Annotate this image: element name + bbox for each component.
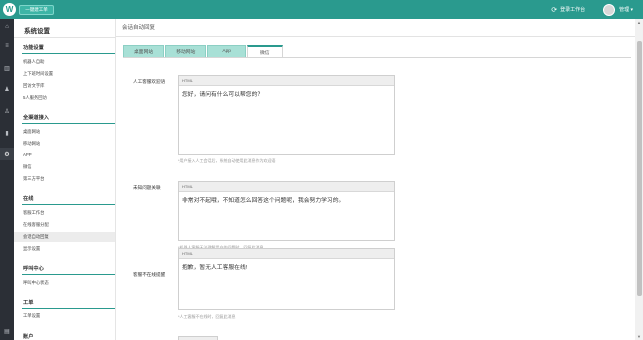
divider	[14, 37, 116, 38]
offline-text[interactable]: 抱歉，暂无人工客服在线!	[179, 259, 394, 274]
top-right-area: ⟳ 登录工作台 管理 ▾	[551, 0, 643, 19]
app-logo: W	[3, 3, 16, 16]
tab-desktop-site[interactable]: 桌面网站	[123, 45, 165, 57]
divider	[116, 36, 635, 37]
welcome-editor[interactable]: HTML 您好，请问有什么可以帮您的？	[178, 75, 395, 155]
nav-item-mobile-site[interactable]: 移动网站	[23, 141, 40, 147]
avatar[interactable]	[603, 3, 616, 16]
unknown-editor[interactable]: HTML 非常对不起哦，不知道怎么回答这个问题呢，我会努力学习的。	[178, 181, 395, 241]
nav-group-account: 账户	[23, 334, 34, 340]
divider	[123, 57, 631, 58]
nav-item-ticket-settings[interactable]: 工单设置	[23, 313, 40, 319]
nav-group-ticket: 工单	[23, 300, 34, 306]
top-bar: W 一键建工单 ⟳ 登录工作台 管理 ▾	[0, 0, 643, 19]
next-editor-stub	[178, 336, 218, 340]
nav-group-features: 功能设置	[23, 45, 44, 51]
divider	[22, 53, 115, 54]
user-menu[interactable]: 管理 ▾	[619, 6, 633, 13]
unknown-label: 未知问题关联	[133, 185, 161, 190]
page-title: 会话自动回复	[122, 25, 156, 31]
chevron-down-icon: ▾	[630, 7, 633, 13]
channel-tabs: 桌面网站 移动网站 App 微信	[123, 45, 284, 57]
scroll-up-icon[interactable]: ▲	[636, 20, 642, 25]
welcome-hint: *用户接入人工会话后，系统自动使用此消息作为欢迎语	[178, 158, 276, 163]
nav-item-desktop-site[interactable]: 桌面网站	[23, 129, 40, 135]
divider	[22, 274, 115, 275]
nav-item-agent-workbench[interactable]: 客服工作台	[23, 210, 44, 216]
tab-app[interactable]: App	[207, 45, 246, 57]
welcome-text[interactable]: 您好，请问有什么可以帮您的？	[179, 86, 394, 101]
offline-label: 客服不在线提醒	[133, 272, 166, 277]
offline-hint: *人工客服不在线时，回复此消息	[178, 314, 236, 319]
nav-item-service-visit[interactable]: 5人服务回访	[23, 95, 47, 101]
list-icon[interactable]: ≡	[0, 40, 14, 52]
user-icon[interactable]: ♟	[0, 83, 14, 95]
icon-rail: ⌂ ≡ ▥ ♟ ♙ ▮ ⚙ ▤	[0, 19, 14, 340]
editor-toolbar[interactable]: HTML	[179, 182, 394, 192]
divider	[22, 308, 115, 309]
nav-item-visit-library[interactable]: 回访文字库	[23, 83, 44, 89]
workbench-link[interactable]: 登录工作台	[560, 6, 585, 13]
editor-toolbar[interactable]: HTML	[179, 249, 394, 259]
library-icon[interactable]: ▥	[0, 62, 14, 74]
nav-title: 系统设置	[24, 28, 50, 35]
chat-icon[interactable]: ▤	[0, 325, 14, 337]
nav-item-auto-reply[interactable]: 会话自动回复	[23, 234, 49, 240]
divider	[22, 204, 115, 205]
nav-item-robot[interactable]: 机器人自助	[23, 59, 44, 65]
username-label: 管理	[619, 7, 630, 13]
scrollbar[interactable]: ▲ ▼	[635, 19, 643, 340]
home-icon[interactable]: ⌂	[0, 21, 14, 33]
offline-editor[interactable]: HTML 抱歉，暂无人工客服在线!	[178, 248, 395, 310]
divider	[22, 123, 115, 124]
unknown-text[interactable]: 非常对不起哦，不知道怎么回答这个问题呢，我会努力学习的。	[179, 192, 394, 207]
nav-group-call-center: 呼叫中心	[23, 266, 44, 272]
create-ticket-button[interactable]: 一键建工单	[19, 5, 54, 15]
nav-group-online: 在线	[23, 196, 34, 202]
nav-group-channels: 全渠道接入	[23, 115, 49, 121]
profile-icon[interactable]: ♙	[0, 105, 14, 117]
tab-wechat[interactable]: 微信	[246, 45, 283, 57]
nav-item-online-assign[interactable]: 在线客服分配	[23, 222, 49, 228]
settings-icon[interactable]: ⚙	[0, 148, 14, 160]
chart-icon[interactable]: ▮	[0, 127, 14, 139]
settings-nav: 系统设置 功能设置 机器人自助 上下班时间设置 回访文字库 5人服务回访 全渠道…	[14, 19, 116, 340]
editor-toolbar[interactable]: HTML	[179, 76, 394, 86]
tab-mobile-site[interactable]: 移动网站	[165, 45, 207, 57]
nav-item-display[interactable]: 显示设置	[23, 246, 40, 252]
refresh-icon[interactable]: ⟳	[551, 6, 557, 14]
main-content: 会话自动回复 桌面网站 移动网站 App 微信 人工客服欢迎语 HTML 您好，…	[116, 19, 635, 340]
nav-item-work-hours[interactable]: 上下班时间设置	[23, 71, 53, 77]
nav-item-third-party[interactable]: 第三方平台	[23, 176, 44, 182]
nav-item-app[interactable]: APP	[23, 152, 32, 157]
nav-item-wechat[interactable]: 微信	[23, 164, 32, 170]
scroll-down-icon[interactable]: ▼	[636, 334, 642, 339]
scroll-thumb[interactable]	[637, 41, 642, 296]
nav-item-call-status[interactable]: 呼叫中心状态	[23, 280, 49, 286]
welcome-label: 人工客服欢迎语	[133, 79, 166, 84]
